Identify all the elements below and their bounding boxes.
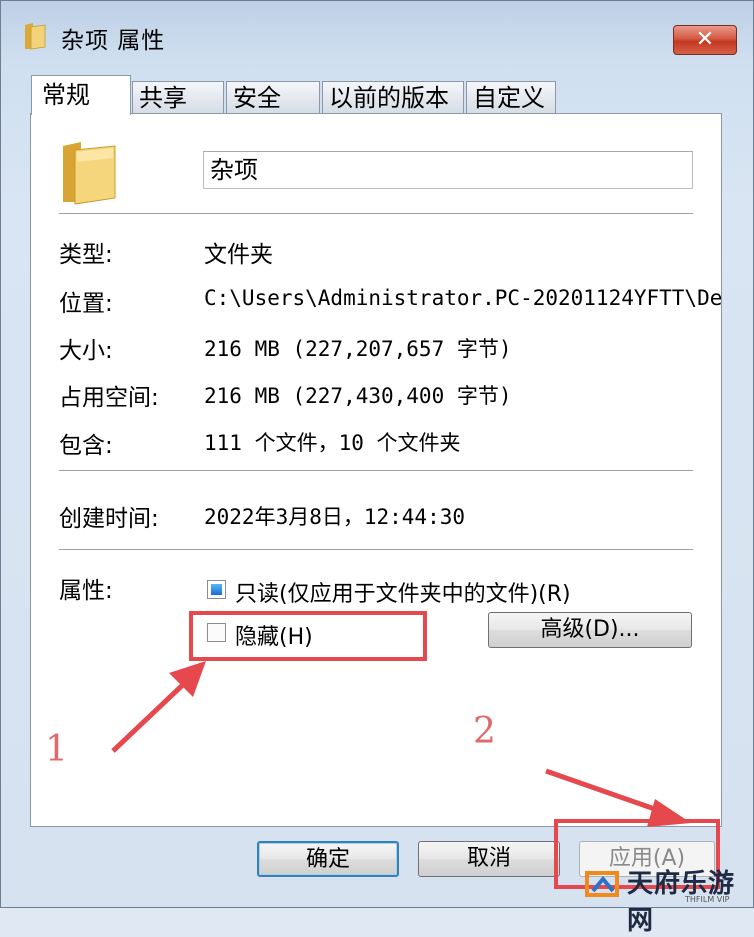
contains-label: 包含: — [59, 433, 113, 459]
watermark: 天府乐游网 THFILM VIP — [575, 859, 754, 936]
divider — [59, 549, 693, 551]
advanced-button[interactable]: 高级(D)... — [488, 612, 692, 648]
close-button[interactable]: ✕ — [673, 25, 737, 55]
brand-logo-icon — [585, 871, 619, 897]
tab-previous-versions[interactable]: 以前的版本 — [322, 81, 464, 113]
hidden-highlight-box — [189, 611, 427, 661]
annotation-marker-2: 2 — [473, 711, 496, 752]
folder-name-input[interactable]: 杂项 — [203, 151, 693, 189]
attributes-label: 属性: — [59, 578, 113, 604]
divider — [59, 470, 693, 472]
type-value: 文件夹 — [204, 242, 273, 268]
type-label: 类型: — [59, 242, 113, 268]
folder-icon — [25, 23, 46, 50]
cancel-button[interactable]: 取消 — [418, 841, 560, 877]
divider — [59, 213, 693, 215]
title-bar[interactable]: 杂项 属性 ✕ — [1, 1, 754, 71]
created-label: 创建时间: — [59, 506, 159, 532]
readonly-label[interactable]: 只读(仅应用于文件夹中的文件)(R) — [235, 576, 571, 608]
readonly-checkbox[interactable] — [207, 580, 226, 599]
location-value: C:\Users\Administrator.PC-20201124YFTT\D… — [204, 286, 723, 310]
created-value: 2022年3月8日，12:44:30 — [204, 505, 466, 529]
contains-value: 111 个文件，10 个文件夹 — [204, 431, 461, 455]
watermark-subtitle: THFILM VIP — [685, 895, 730, 904]
properties-window: 杂项 属性 ✕ 常规 共享 安全 以前的版本 自定义 杂项 类型: 文件夹 位置… — [0, 0, 754, 936]
close-icon: ✕ — [695, 27, 715, 52]
tab-customize[interactable]: 自定义 — [466, 81, 556, 113]
window-title: 杂项 属性 — [61, 28, 166, 54]
location-label: 位置: — [59, 291, 113, 317]
tab-sharing[interactable]: 共享 — [132, 81, 224, 113]
folder-icon — [63, 142, 116, 205]
tab-general[interactable]: 常规 — [31, 75, 131, 115]
ok-button[interactable]: 确定 — [257, 841, 399, 877]
annotation-marker-1: 1 — [45, 729, 68, 770]
tab-security[interactable]: 安全 — [226, 81, 320, 113]
disk-size-label: 占用空间: — [59, 385, 159, 411]
disk-size-value: 216 MB (227,430,400 字节) — [204, 384, 512, 408]
size-label: 大小: — [59, 338, 113, 364]
size-value: 216 MB (227,207,657 字节) — [204, 337, 512, 361]
